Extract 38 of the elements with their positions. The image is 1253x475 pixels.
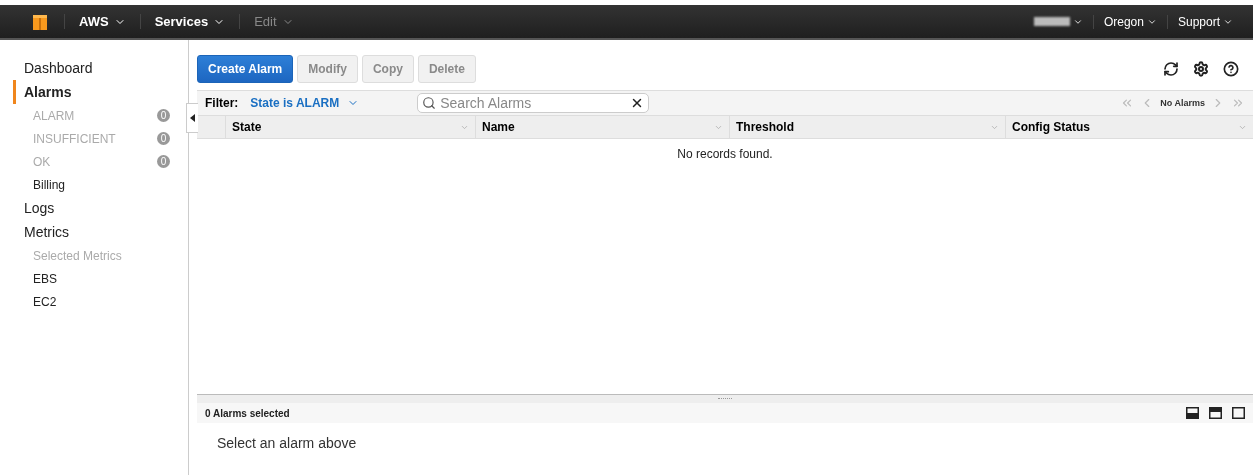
nav-menu[interactable]: Oregon: [1092, 14, 1167, 29]
sidebar-item[interactable]: Metrics: [13, 220, 188, 244]
count-badge: 0: [157, 132, 170, 145]
sidebar-item[interactable]: EBS: [13, 267, 188, 290]
refresh-icon[interactable]: [1163, 61, 1179, 77]
column-header[interactable]: Name: [475, 116, 729, 138]
panel-layout-icon[interactable]: [1232, 407, 1245, 419]
column-header[interactable]: State: [225, 116, 475, 138]
sidebar-item[interactable]: Logs: [13, 196, 188, 220]
sidebar-label: INSUFFICIENT: [33, 131, 116, 146]
details-message: Select an alarm above: [216, 434, 358, 453]
sidebar-item[interactable]: EC2: [13, 290, 188, 313]
collapse-button[interactable]: [186, 103, 198, 133]
filter-label: Filter:: [205, 96, 239, 110]
nav-menu[interactable]: Support: [1166, 14, 1243, 29]
count-badge: 0: [157, 109, 170, 122]
search-field[interactable]: Search Alarms: [417, 93, 650, 113]
toolbar-button[interactable]: Create Alarm: [197, 55, 294, 83]
sidebar-item[interactable]: Billing: [13, 173, 188, 196]
details-title: 0 Alarms selected: [205, 407, 290, 419]
empty-message: No records found.: [677, 147, 773, 161]
nav-menu[interactable]: AWS: [64, 14, 140, 29]
left-triangle-icon: [190, 114, 195, 122]
column-header[interactable]: Threshold: [729, 116, 1005, 138]
filter-dropdown[interactable]: State is ALARM: [250, 96, 360, 110]
settings-icon[interactable]: [1193, 61, 1209, 77]
sidebar-item[interactable]: Dashboard: [13, 56, 188, 80]
pager-status: No Alarms: [1160, 98, 1205, 108]
help-icon[interactable]: [1223, 61, 1239, 77]
count-badge: 0: [157, 155, 170, 168]
panel-layout-icon[interactable]: [1186, 407, 1199, 419]
search-icon: [422, 96, 437, 110]
sidebar-label: ALARM: [33, 108, 75, 123]
split-handle[interactable]: [197, 394, 1253, 403]
nav-menu[interactable]: Services: [139, 14, 240, 29]
panel-layout-icon[interactable]: [1209, 407, 1222, 419]
column-header[interactable]: Config Status: [1005, 116, 1253, 138]
sidebar-label: OK: [33, 154, 51, 169]
